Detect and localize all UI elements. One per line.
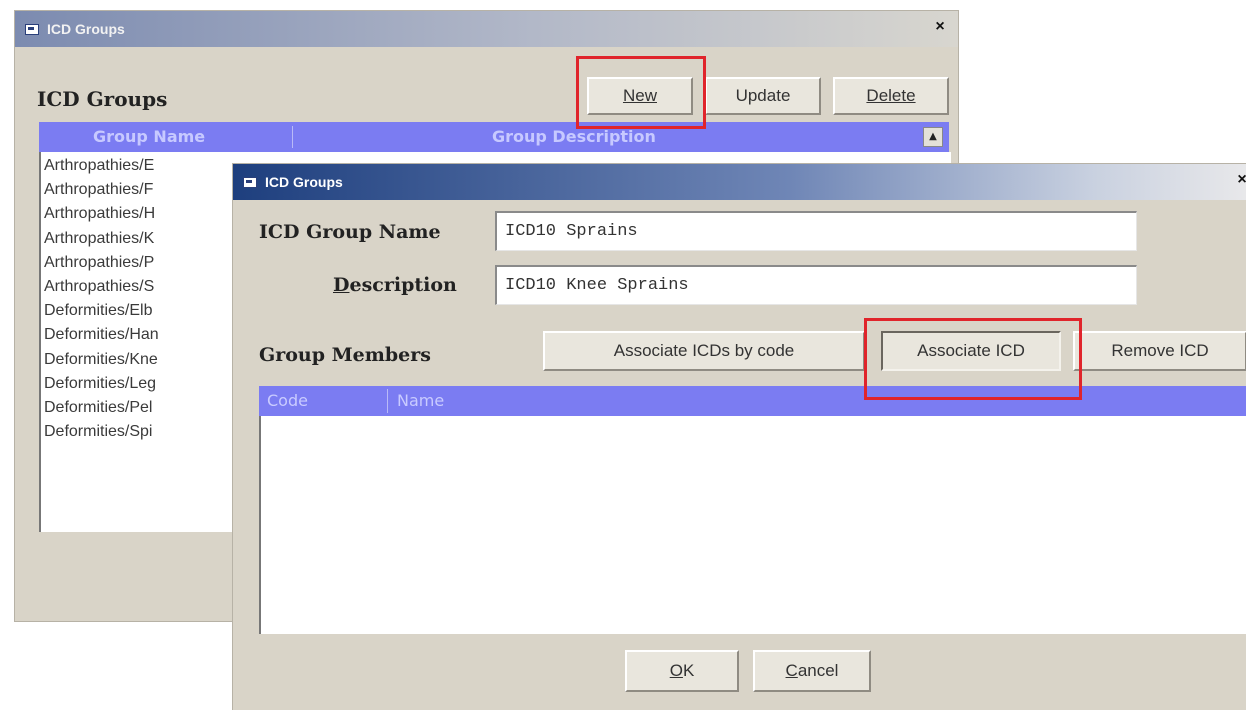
group-members-label: Group Members [259, 344, 431, 366]
icd-group-dialog: ICD Groups × ICD Group Name Description … [232, 163, 1246, 710]
associate-by-code-button[interactable]: Associate ICDs by code [543, 331, 865, 371]
members-list[interactable] [259, 416, 1246, 634]
icd-groups-window-titlebar[interactable]: ICD Groups × [15, 11, 958, 47]
members-table-header: Code Name [259, 386, 1246, 416]
list-item[interactable]: Deformities/Kne [40, 348, 225, 372]
list-item[interactable]: Deformities/Elb [40, 299, 225, 323]
delete-button[interactable]: Delete [833, 77, 949, 115]
new-button[interactable]: New [587, 77, 693, 115]
associate-icd-button[interactable]: Associate ICD [881, 331, 1061, 371]
window-menu-icon[interactable] [25, 23, 39, 35]
description-label: Description [333, 274, 457, 296]
list-item[interactable]: Deformities/Pel [40, 396, 225, 420]
description-input[interactable] [495, 265, 1137, 305]
delete-button-label: Delete [866, 86, 916, 105]
groups-list-items: Arthropathies/E Arthropathies/F Arthropa… [40, 154, 225, 444]
close-icon[interactable]: × [930, 17, 950, 37]
list-item[interactable]: Arthropathies/S [40, 275, 225, 299]
scroll-up-icon[interactable]: ▲ [923, 127, 943, 147]
column-group-name[interactable]: Group Name [93, 127, 205, 146]
window-title: ICD Groups [47, 21, 125, 37]
list-item[interactable]: Arthropathies/K [40, 227, 225, 251]
column-divider [387, 389, 388, 413]
update-button[interactable]: Update [705, 77, 821, 115]
column-group-description[interactable]: Group Description [492, 127, 656, 146]
group-name-label: ICD Group Name [259, 221, 441, 243]
column-code[interactable]: Code [267, 391, 308, 410]
list-item[interactable]: Deformities/Spi [40, 420, 225, 444]
column-name[interactable]: Name [397, 391, 444, 410]
group-name-input[interactable] [495, 211, 1137, 251]
list-item[interactable]: Arthropathies/E [40, 154, 225, 178]
update-button-label: Update [735, 86, 791, 105]
dialog-title: ICD Groups [265, 174, 343, 190]
icd-group-dialog-titlebar[interactable]: ICD Groups × [233, 164, 1246, 200]
column-divider [292, 126, 293, 148]
dialog-menu-icon[interactable] [243, 176, 257, 188]
list-item[interactable]: Deformities/Han [40, 323, 225, 347]
list-item[interactable]: Arthropathies/F [40, 178, 225, 202]
ok-button[interactable]: OK [625, 650, 739, 692]
list-item[interactable]: Arthropathies/H [40, 202, 225, 226]
remove-icd-button[interactable]: Remove ICD [1073, 331, 1246, 371]
section-title: ICD Groups [37, 87, 168, 111]
list-item[interactable]: Deformities/Leg [40, 372, 225, 396]
new-button-label: New [622, 86, 657, 105]
dialog-close-icon[interactable]: × [1232, 170, 1246, 190]
cancel-button[interactable]: Cancel [753, 650, 871, 692]
list-item[interactable]: Arthropathies/P [40, 251, 225, 275]
groups-table-header: Group Name Group Description ▲ [39, 122, 949, 152]
